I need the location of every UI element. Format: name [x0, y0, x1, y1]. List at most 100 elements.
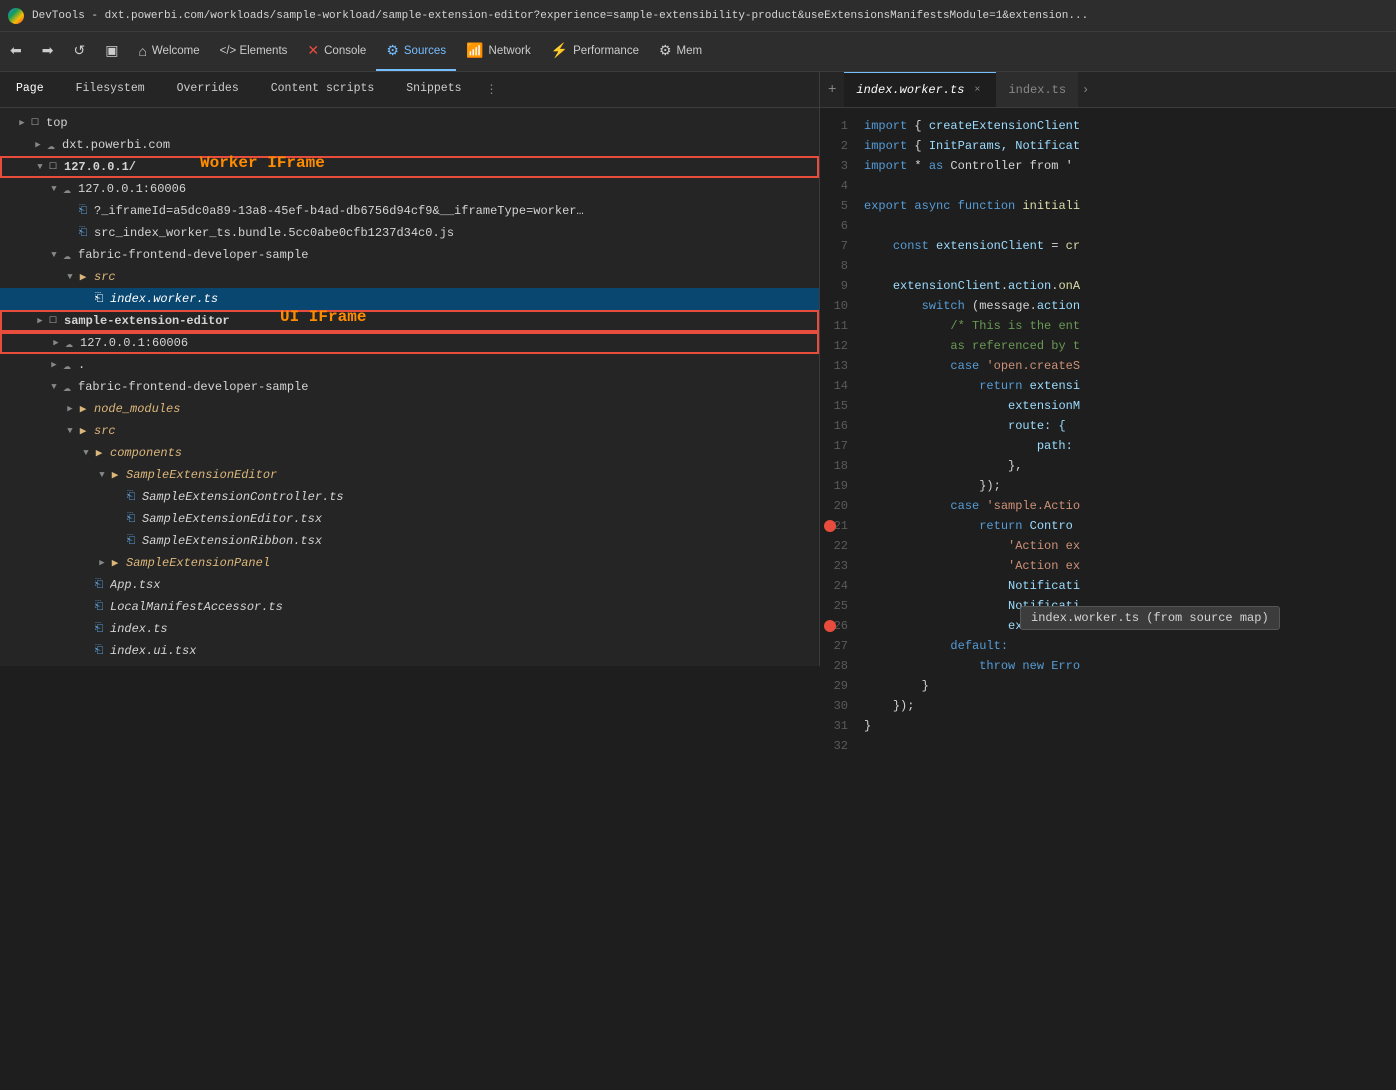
file-icon-iframe: ⎗	[76, 204, 90, 218]
cloud-icon-dxt: ☁	[44, 138, 58, 152]
sources-tab[interactable]: ⚙ Sources	[376, 32, 456, 71]
tab-page[interactable]: Page	[0, 72, 60, 107]
network-icon: 📶	[466, 42, 483, 59]
tree-item-sec[interactable]: ⎗ SampleExtensionController.ts	[0, 486, 819, 508]
folder-icon-see: ▶	[108, 468, 122, 482]
line-content-1: import { createExtensionClient	[860, 116, 1396, 136]
console-label: Console	[324, 45, 366, 57]
code-line-15: 15 extensionM	[820, 396, 1396, 416]
arrow-src-1	[64, 271, 76, 283]
tree-item-src-1[interactable]: ▶ src	[0, 266, 819, 288]
console-tab[interactable]: ✕ Console	[297, 32, 376, 71]
folder-icon-top: □	[28, 116, 42, 130]
arrow-dxt	[32, 139, 44, 151]
sources-icon: ⚙	[386, 42, 399, 59]
performance-icon: ⚡	[551, 42, 568, 59]
tree-item-60006-2[interactable]: ☁ 127.0.0.1:60006	[0, 332, 819, 354]
performance-tab[interactable]: ⚡ Performance	[541, 32, 649, 71]
code-line-2: 2 import { InitParams, Notificat	[820, 136, 1396, 156]
folder-icon-src-2: ▶	[76, 424, 90, 438]
tab-content-scripts[interactable]: Content scripts	[255, 72, 391, 107]
arrow-see	[96, 469, 108, 481]
file-icon-index-ts: ⎗	[92, 622, 106, 636]
tree-item-src-2[interactable]: ▶ src	[0, 420, 819, 442]
welcome-tab[interactable]: ⌂ Welcome	[128, 32, 209, 71]
tree-item-ser[interactable]: ⎗ SampleExtensionRibbon.tsx	[0, 530, 819, 552]
file-tree: □ top ☁ dxt.powerbi.com	[0, 108, 819, 666]
refresh-button[interactable]: ↺	[63, 32, 95, 71]
tree-item-see-folder[interactable]: ▶ SampleExtensionEditor	[0, 464, 819, 486]
tab-overrides[interactable]: Overrides	[161, 72, 255, 107]
file-icon-lma: ⎗	[92, 600, 106, 614]
code-line-7: 7 const extensionClient = cr	[820, 236, 1396, 256]
editor-tab-add-button[interactable]: +	[820, 72, 844, 107]
tree-item-sep[interactable]: ▶ SampleExtensionPanel	[0, 552, 819, 574]
sources-sub-tabs: Page Filesystem Overrides Content script…	[0, 72, 819, 108]
tab-scroll-arrow[interactable]: ›	[1078, 72, 1093, 107]
folder-icon-sep: ▶	[108, 556, 122, 570]
close-tab-button[interactable]: ×	[970, 83, 984, 97]
tab-filesystem[interactable]: Filesystem	[60, 72, 161, 107]
tree-item-dxt[interactable]: ☁ dxt.powerbi.com	[0, 134, 819, 156]
tree-item-127-root[interactable]: □ 127.0.0.1/	[0, 156, 819, 178]
arrow-components	[80, 447, 92, 459]
folder-icon-127-root: □	[46, 160, 60, 174]
code-line-19: 19 });	[820, 476, 1396, 496]
tree-item-sample-ext-editor[interactable]: □ sample-extension-editor	[0, 310, 819, 332]
code-line-28: 28 throw new Erro	[820, 656, 1396, 676]
code-editor[interactable]: 1 import { createExtensionClient 2 impor…	[820, 108, 1396, 1090]
network-label: Network	[489, 45, 531, 57]
code-line-4: 4	[820, 176, 1396, 196]
arrow-src-2	[64, 425, 76, 437]
tree-item-index-worker[interactable]: ⎗ index.worker.ts	[0, 288, 819, 310]
tree-item-see-tsx[interactable]: ⎗ SampleExtensionEditor.tsx	[0, 508, 819, 530]
tree-item-index-ts[interactable]: ⎗ index.ts	[0, 618, 819, 640]
memory-tab[interactable]: ⚙ Mem	[649, 32, 712, 71]
refresh-icon: ↺	[73, 42, 85, 59]
code-line-1: 1 import { createExtensionClient	[820, 116, 1396, 136]
code-line-16: 16 route: {	[820, 416, 1396, 436]
tree-item-fabric-2[interactable]: ☁ fabric-frontend-developer-sample	[0, 376, 819, 398]
code-line-27: 27 default:	[820, 636, 1396, 656]
breakpoint-21	[824, 520, 836, 532]
tree-item-60006[interactable]: ☁ 127.0.0.1:60006	[0, 178, 819, 200]
home-icon: ⌂	[138, 43, 146, 59]
code-line-8: 8	[820, 256, 1396, 276]
tree-item-lma[interactable]: ⎗ LocalManifestAccessor.ts	[0, 596, 819, 618]
title-bar: DevTools - dxt.powerbi.com/workloads/sam…	[0, 0, 1396, 32]
active-tab-label: index.worker.ts	[856, 83, 964, 97]
sources-tab-more[interactable]: ⋮	[478, 72, 506, 107]
tree-item-index-ui[interactable]: ⎗ index.ui.tsx	[0, 640, 819, 662]
file-icon-bundle: ⎗	[76, 226, 90, 240]
arrow-fabric-2	[48, 381, 60, 393]
editor-tabs: + index.worker.ts × index.ts ›	[820, 72, 1396, 108]
tree-item-app[interactable]: ⎗ App.tsx	[0, 574, 819, 596]
cloud-icon-60006-2: ☁	[62, 336, 76, 350]
arrow-fabric-1	[48, 249, 60, 261]
code-line-5: 5 export async function initiali	[820, 196, 1396, 216]
editor-tab-index-ts[interactable]: index.ts	[996, 72, 1078, 107]
elements-tab[interactable]: </> Elements	[210, 32, 298, 71]
tree-item-top[interactable]: □ top	[0, 112, 819, 134]
forward-icon: ➡	[42, 42, 54, 59]
file-icon-app: ⎗	[92, 578, 106, 592]
editor-tab-index-worker[interactable]: index.worker.ts ×	[844, 72, 996, 107]
forward-button[interactable]: ➡	[32, 32, 64, 71]
tree-item-dot[interactable]: ☁ .	[0, 354, 819, 376]
tree-item-fabric-1[interactable]: ☁ fabric-frontend-developer-sample	[0, 244, 819, 266]
inactive-tab-label: index.ts	[1008, 83, 1066, 97]
elements-label: </> Elements	[220, 45, 288, 57]
back-button[interactable]: ⬅	[0, 32, 32, 71]
tree-item-node-modules[interactable]: ▶ node_modules	[0, 398, 819, 420]
tree-item-iframe-file[interactable]: ⎗ ?_iframeId=a5dc0a89-13a8-45ef-b4ad-db6…	[0, 200, 819, 222]
arrow-node-modules	[64, 403, 76, 415]
folder-icon-src-1: ▶	[76, 270, 90, 284]
tab-snippets[interactable]: Snippets	[390, 72, 477, 107]
network-tab[interactable]: 📶 Network	[456, 32, 541, 71]
code-line-29: 29 }	[820, 676, 1396, 696]
tree-item-components[interactable]: ▶ components	[0, 442, 819, 464]
code-line-18: 18 },	[820, 456, 1396, 476]
tree-item-bundle[interactable]: ⎗ src_index_worker_ts.bundle.5cc0abe0cfb…	[0, 222, 819, 244]
toolbar: ⬅ ➡ ↺ ▣ ⌂ Welcome </> Elements ✕ Console…	[0, 32, 1396, 72]
inspect-button[interactable]: ▣	[95, 32, 128, 71]
